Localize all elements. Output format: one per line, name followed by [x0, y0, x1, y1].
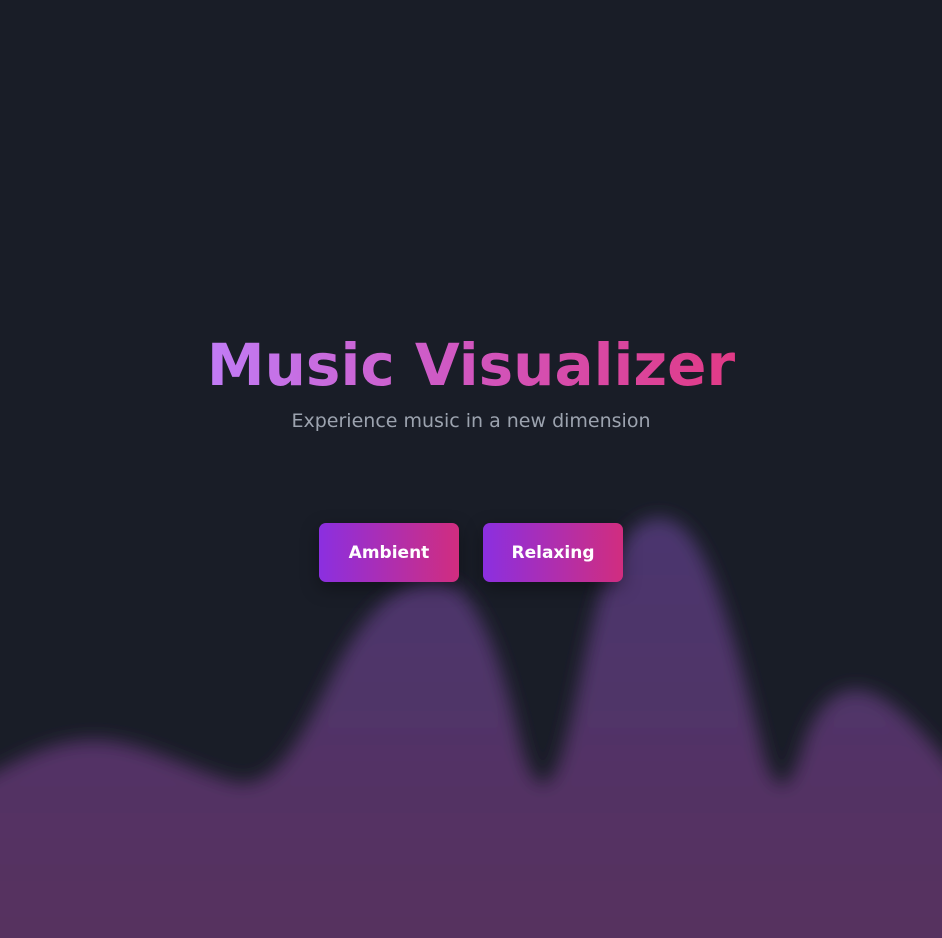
audio-wave-visualization [0, 0, 942, 938]
page-title: Music Visualizer [206, 331, 736, 399]
hero-section: Music Visualizer Experience music in a n… [0, 330, 942, 434]
ambient-button[interactable]: Ambient [319, 523, 459, 582]
visualizer-stage: Music Visualizer Experience music in a n… [0, 0, 942, 938]
page-subtitle: Experience music in a new dimension [291, 410, 651, 432]
relaxing-button[interactable]: Relaxing [483, 523, 623, 582]
mode-button-group: Ambient Relaxing [0, 523, 942, 582]
